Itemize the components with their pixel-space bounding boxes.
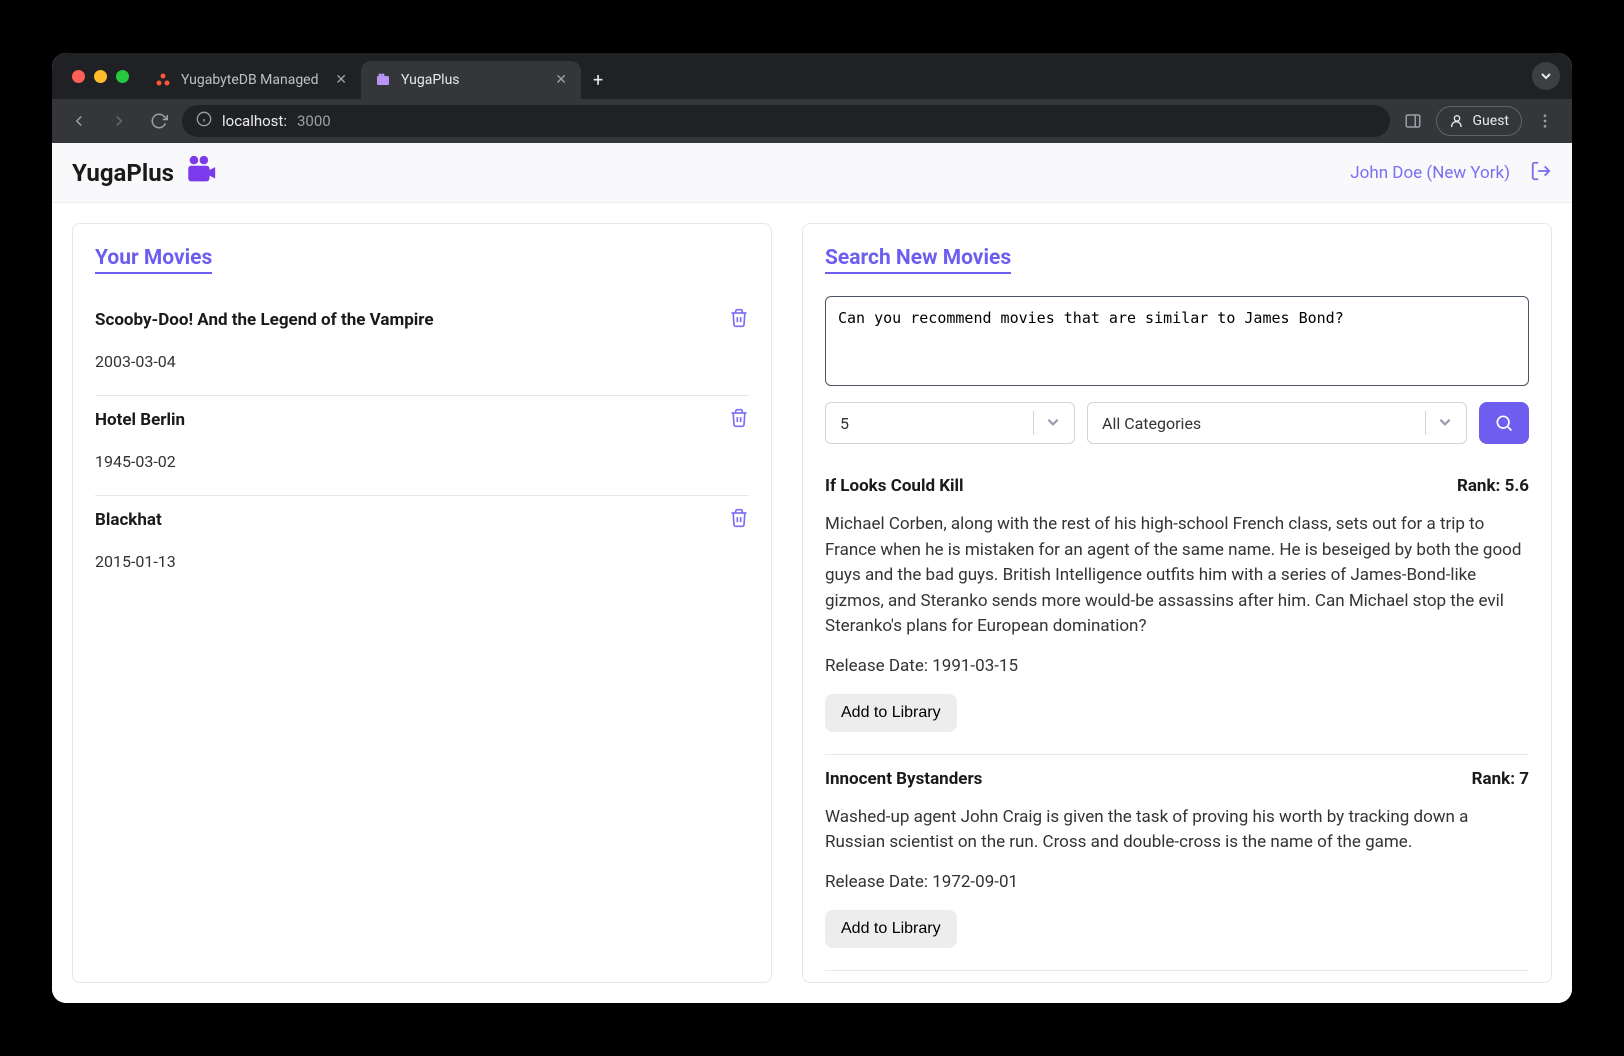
app-header: YugaPlus John Doe (New York) [52, 143, 1572, 203]
category-value: All Categories [1102, 414, 1201, 433]
movie-entry: Hotel Berlin 1945-03-02 [95, 396, 749, 496]
category-select[interactable]: All Categories [1087, 402, 1467, 444]
result-rank: Rank: 5.6 [1457, 476, 1529, 496]
tab-yugaplus[interactable]: YugaPlus ✕ [361, 61, 581, 99]
url-path: 3000 [297, 112, 331, 130]
panel-toggle-icon[interactable] [1396, 104, 1430, 138]
url-host: localhost: [222, 112, 287, 130]
movie-date: 1945-03-02 [95, 452, 749, 471]
result-release-date: Release Date: 1972-09-01 [825, 872, 1529, 892]
close-tab-icon[interactable]: ✕ [335, 72, 347, 88]
search-filters: 5 All Categories [825, 402, 1529, 444]
your-movies-panel: Your Movies Scooby-Doo! And the Legend o… [72, 223, 772, 983]
movie-title: Blackhat [95, 510, 749, 530]
profile-label: Guest [1473, 113, 1509, 129]
close-window-button[interactable] [72, 70, 85, 83]
new-tab-button[interactable]: + [581, 61, 615, 99]
reload-button[interactable] [142, 104, 176, 138]
result-title: If Looks Could Kill [825, 476, 964, 496]
logout-icon[interactable] [1530, 160, 1552, 186]
add-to-library-button[interactable]: Add to Library [825, 694, 957, 732]
movie-title: Scooby-Doo! And the Legend of the Vampir… [95, 310, 749, 330]
search-button[interactable] [1479, 402, 1529, 444]
result-description: Washed-up agent John Craig is given the … [825, 805, 1529, 856]
maximize-window-button[interactable] [116, 70, 129, 83]
trash-icon[interactable] [729, 508, 749, 532]
limit-value: 5 [840, 414, 849, 433]
result-description: Michael Corben, along with the rest of h… [825, 512, 1529, 640]
add-to-library-button[interactable]: Add to Library [825, 910, 957, 948]
minimize-window-button[interactable] [94, 70, 107, 83]
brand-name: YugaPlus [72, 159, 174, 187]
search-title: Search New Movies [825, 246, 1011, 274]
tab-label: YugaPlus [401, 72, 460, 88]
url-input[interactable]: localhost: 3000 [182, 105, 1390, 137]
close-tab-icon[interactable]: ✕ [555, 72, 567, 88]
movie-entry: Blackhat 2015-01-13 [95, 496, 749, 595]
movie-date: 2015-01-13 [95, 552, 749, 571]
main-content: Your Movies Scooby-Doo! And the Legend o… [52, 203, 1572, 1003]
search-result: If Looks Could Kill Rank: 5.6 Michael Co… [825, 462, 1529, 755]
browser-window: YugabyteDB Managed ✕ YugaPlus ✕ + [52, 53, 1572, 1003]
back-button[interactable] [62, 104, 96, 138]
search-result: Innocent Bystanders Rank: 7 Washed-up ag… [825, 755, 1529, 971]
movie-entry: Scooby-Doo! And the Legend of the Vampir… [95, 296, 749, 396]
profile-chip[interactable]: Guest [1436, 106, 1522, 136]
tab-yugabytedb[interactable]: YugabyteDB Managed ✕ [141, 61, 361, 99]
trash-icon[interactable] [729, 408, 749, 432]
search-result: Central Intelligence Rank: 6.2 [825, 971, 1529, 984]
camera-icon [184, 153, 218, 193]
result-title: Innocent Bystanders [825, 769, 982, 789]
site-info-icon[interactable] [196, 111, 212, 131]
movie-date: 2003-03-04 [95, 352, 749, 371]
browser-menu-button[interactable] [1528, 104, 1562, 138]
chevron-down-icon [1046, 414, 1060, 433]
traffic-lights [60, 53, 141, 99]
address-bar: localhost: 3000 Guest [52, 99, 1572, 143]
tab-strip: YugabyteDB Managed ✕ YugaPlus ✕ + [52, 53, 1572, 99]
limit-select[interactable]: 5 [825, 402, 1075, 444]
chevron-down-icon [1438, 414, 1452, 433]
tab-label: YugabyteDB Managed [181, 72, 319, 88]
search-panel: Search New Movies 5 All Categories [802, 223, 1552, 983]
result-rank: Rank: 7 [1472, 769, 1529, 789]
user-link[interactable]: John Doe (New York) [1350, 163, 1510, 183]
your-movies-title: Your Movies [95, 246, 212, 274]
yugabyte-favicon [155, 72, 171, 88]
movie-title: Hotel Berlin [95, 410, 749, 430]
yugaplus-favicon [375, 72, 391, 88]
forward-button[interactable] [102, 104, 136, 138]
brand: YugaPlus [72, 153, 218, 193]
tabs-dropdown-button[interactable] [1532, 62, 1560, 90]
result-release-date: Release Date: 1991-03-15 [825, 656, 1529, 676]
trash-icon[interactable] [729, 308, 749, 332]
search-input[interactable] [825, 296, 1529, 386]
